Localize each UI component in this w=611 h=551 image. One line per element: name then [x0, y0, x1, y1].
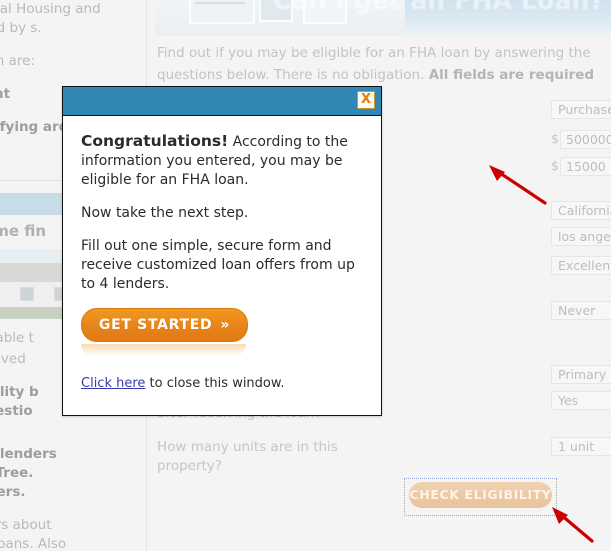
credit-rating-value: Excellent: [558, 258, 611, 273]
home-value-input[interactable]: 500000: [560, 130, 611, 149]
double-chevron-right-icon: »: [220, 317, 231, 333]
occupy-select[interactable]: Yes: [551, 391, 611, 410]
sidebar-bold-3: with lenders: [0, 446, 57, 462]
property-use-value: Primary Home: [558, 367, 611, 382]
modal-headline-bold: Congratulations!: [81, 132, 229, 150]
modal-body: Congratulations! According to the inform…: [63, 116, 381, 391]
dollar-sign: $: [551, 158, 559, 173]
get-started-reflection: [81, 344, 246, 356]
close-icon[interactable]: X: [357, 91, 375, 109]
state-value: California: [558, 203, 611, 218]
sidebar-paragraph-1: Federal Housing and issued by s.: [0, 1, 101, 36]
credit-rating-select[interactable]: Excellent: [551, 256, 611, 275]
bankruptcy-value: Never: [558, 303, 596, 318]
close-window-rest: to close this window.: [145, 376, 285, 391]
get-started-label: GET STARTED: [98, 317, 213, 333]
bankruptcy-select[interactable]: Never: [551, 301, 611, 320]
property-use-select[interactable]: Primary Home: [551, 365, 611, 384]
sidebar-tail-2: FHA loans. Also: [0, 536, 67, 551]
check-eligibility-focus-ring: CHECK ELIGIBILITY: [404, 478, 557, 516]
units-value: 1 unit: [558, 439, 595, 454]
modal-close-line: Click here to close this window.: [81, 376, 363, 391]
intro-text: Find out if you may be eligible for an F…: [157, 42, 605, 86]
down-payment-input[interactable]: 15000: [560, 157, 611, 176]
occupy-value: Yes: [558, 393, 579, 408]
dollar-sign: $: [551, 131, 559, 146]
congratulations-modal: X Congratulations! According to the info…: [62, 86, 382, 416]
get-started-button[interactable]: GET STARTED »: [81, 308, 248, 342]
hero-banner: Can I get an FHA Loan?: [155, 0, 611, 36]
loan-purpose-value: Purchase Home: [558, 102, 611, 117]
sidebar-bold-5: n offers.: [0, 484, 26, 500]
page-root: Federal Housing and issued by s. A loan …: [0, 0, 611, 551]
modal-line-2: Now take the next step.: [81, 205, 249, 221]
question-label-units: How many units are in this property?: [157, 439, 338, 474]
sidebar-tail-1: enders about: [0, 517, 52, 533]
modal-headline: Congratulations! According to the inform…: [81, 132, 363, 190]
modal-line-3: Fill out one simple, secure form and rec…: [81, 238, 355, 292]
units-select[interactable]: 1 unit: [551, 437, 611, 456]
sidebar-bold-4: dingTree.: [0, 465, 34, 481]
loan-purpose-select[interactable]: Purchase Home: [551, 100, 611, 119]
city-input[interactable]: los angeles: [551, 227, 611, 246]
modal-titlebar: X: [63, 87, 381, 116]
state-select[interactable]: California: [551, 201, 611, 220]
form-column: Purchase Home $ 500000 .00 $ 15000 .00 C…: [551, 0, 611, 551]
close-window-link[interactable]: Click here: [81, 376, 145, 391]
sidebar-paragraph-2: A loan are:: [0, 53, 36, 69]
check-eligibility-button[interactable]: CHECK ELIGIBILITY: [409, 482, 552, 508]
